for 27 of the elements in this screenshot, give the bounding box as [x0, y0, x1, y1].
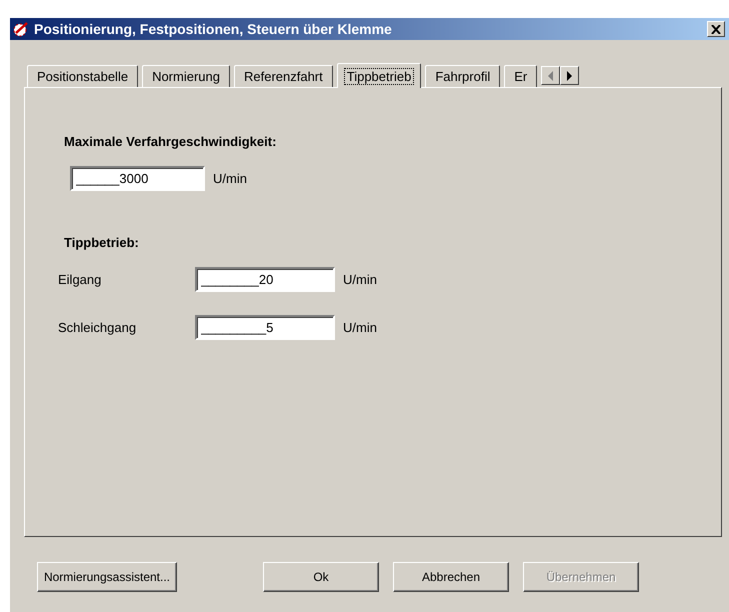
field-label: Schleichgang	[58, 320, 138, 335]
tab[interactable]: Referenzfahrt	[234, 65, 333, 87]
right-triangle-icon	[566, 70, 573, 80]
unit-label: U/min	[343, 272, 377, 287]
field-label: Eilgang	[58, 272, 102, 287]
tab[interactable]: Normierung	[142, 65, 230, 87]
section-heading: Tippbetrieb:	[64, 235, 140, 250]
app-icon	[12, 20, 30, 38]
window-title: Positionierung, Festpositionen, Steuern über Klemme	[34, 21, 393, 37]
input-field[interactable]: _________5	[195, 315, 335, 340]
dialog-button[interactable]: Ok	[263, 562, 379, 592]
tab[interactable]: Tippbetrieb	[336, 63, 422, 88]
left-triangle-icon	[548, 70, 554, 80]
scroll-left-button[interactable]	[541, 66, 560, 85]
tab[interactable]: Er	[504, 65, 538, 87]
tab[interactable]: Positionstabelle	[27, 65, 138, 87]
dialog-button[interactable]: Normierungsassistent...	[37, 562, 177, 592]
tab[interactable]: Fahrprofil	[425, 65, 500, 87]
close-button[interactable]	[707, 21, 725, 37]
unit-label: U/min	[213, 171, 247, 186]
dialog-button[interactable]: Abbrechen	[393, 562, 509, 592]
input-field[interactable]: ________20	[195, 267, 335, 292]
scroll-right-button[interactable]	[560, 66, 580, 85]
close-icon	[711, 24, 721, 34]
section-heading: Maximale Verfahrgeschwindigkeit:	[64, 134, 278, 149]
input-field[interactable]: ______3000	[70, 166, 205, 191]
unit-label: U/min	[343, 320, 377, 335]
